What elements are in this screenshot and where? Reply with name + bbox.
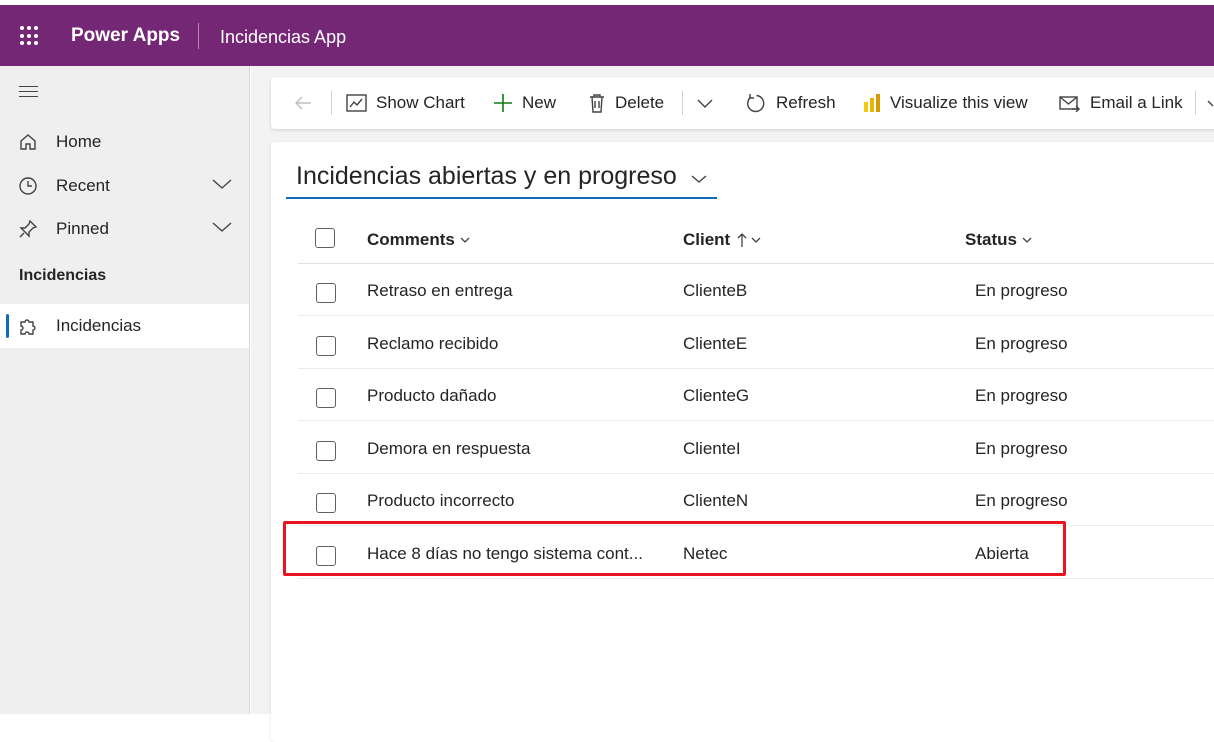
email-link-button[interactable]: Email a Link: [1059, 77, 1183, 129]
cell-status: En progreso: [975, 334, 1068, 353]
highlight-box: [283, 521, 1066, 576]
toolbar-divider: [682, 91, 683, 115]
show-chart-label: Show Chart: [376, 93, 465, 112]
sidebar-item-label: Incidencias: [56, 316, 142, 335]
chevron-down-icon[interactable]: [212, 220, 232, 234]
table-row[interactable]: Producto dañado ClienteG En progreso: [298, 369, 1214, 421]
chevron-down-icon: [751, 237, 761, 243]
clock-icon: [19, 177, 37, 195]
overflow-chevron[interactable]: [1207, 77, 1214, 129]
chart-icon: [346, 94, 367, 112]
sidebar-group-label: Incidencias: [19, 267, 107, 284]
cell-comments[interactable]: Demora en respuesta: [367, 439, 530, 459]
visualize-label: Visualize this view: [890, 93, 1028, 112]
refresh-button[interactable]: Refresh: [746, 77, 836, 129]
trash-icon: [590, 94, 604, 113]
delete-label: Delete: [615, 93, 665, 112]
new-label: New: [522, 93, 557, 112]
column-header-label: Comments: [367, 230, 455, 249]
cell-status: En progreso: [975, 281, 1068, 300]
row-checkbox[interactable]: [316, 388, 336, 408]
cell-client[interactable]: ClienteG: [683, 386, 749, 406]
command-bar: Show Chart New Delete Refresh Visualize …: [271, 77, 1214, 129]
table-row[interactable]: Demora en respuesta ClienteI En progreso: [298, 422, 1214, 474]
sidebar-item-pinned[interactable]: Pinned: [0, 207, 249, 251]
refresh-icon: [747, 93, 765, 112]
cell-client[interactable]: ClienteN: [683, 491, 748, 511]
row-checkbox[interactable]: [316, 336, 336, 356]
chevron-down-icon[interactable]: [691, 174, 707, 184]
cell-comments[interactable]: Reclamo recibido: [367, 334, 498, 354]
puzzle-icon: [20, 319, 36, 335]
email-link-label: Email a Link: [1090, 93, 1183, 112]
visualize-view-button[interactable]: Visualize this view: [863, 77, 1028, 129]
chevron-down-icon: [697, 99, 713, 108]
cell-client[interactable]: ClienteE: [683, 334, 747, 354]
powerbi-icon: [864, 94, 880, 112]
column-header-status[interactable]: Status: [965, 230, 1032, 250]
sidebar-item-recent[interactable]: Recent: [0, 164, 249, 208]
toolbar-divider: [331, 91, 332, 115]
back-arrow-icon: [295, 96, 311, 110]
row-checkbox[interactable]: [316, 441, 336, 461]
app-header: Power Apps Incidencias App: [0, 5, 1214, 66]
sidebar-item-label: Recent: [56, 176, 110, 195]
column-header-client[interactable]: Client: [683, 230, 761, 250]
row-checkbox[interactable]: [316, 493, 336, 513]
chevron-down-icon: [1207, 100, 1214, 107]
cell-comments[interactable]: Producto incorrecto: [367, 491, 514, 511]
row-checkbox[interactable]: [316, 283, 336, 303]
app-name[interactable]: Power Apps: [71, 25, 180, 47]
table-row[interactable]: Producto incorrecto ClienteN En progreso: [298, 474, 1214, 526]
email-link-icon: [1059, 96, 1080, 112]
sidebar-item-home[interactable]: Home: [0, 120, 249, 164]
more-commands-dropdown[interactable]: [696, 77, 723, 129]
select-all-checkbox[interactable]: [315, 228, 335, 248]
back-button[interactable]: [293, 77, 322, 129]
pin-icon: [19, 219, 38, 238]
view-title: Incidencias abiertas y en progreso: [296, 162, 677, 190]
cell-comments[interactable]: Producto dañado: [367, 386, 497, 406]
cell-comments[interactable]: Retraso en entrega: [367, 281, 513, 301]
table-row[interactable]: Retraso en entrega ClienteB En progreso: [298, 264, 1214, 316]
sidebar: Home Recent Pinned Incidencias Incidenci…: [0, 66, 250, 714]
hamburger-icon[interactable]: [19, 86, 38, 98]
home-icon: [20, 134, 36, 150]
show-chart-button[interactable]: Show Chart: [346, 77, 465, 129]
cell-status: En progreso: [975, 439, 1068, 458]
plus-icon: [494, 94, 512, 112]
delete-button[interactable]: Delete: [588, 77, 664, 129]
cell-status: En progreso: [975, 491, 1068, 510]
column-header-label: Status: [965, 230, 1017, 249]
table-row[interactable]: Reclamo recibido ClienteE En progreso: [298, 317, 1214, 369]
toolbar-divider: [1195, 91, 1196, 115]
chevron-down-icon: [1022, 237, 1032, 243]
cell-client[interactable]: ClienteI: [683, 439, 741, 459]
waffle-icon[interactable]: [20, 26, 40, 46]
view-selector[interactable]: Incidencias abiertas y en progreso: [296, 162, 677, 191]
app-title[interactable]: Incidencias App: [220, 27, 346, 48]
column-header-comments[interactable]: Comments: [367, 230, 470, 250]
view-selector-underline: [286, 197, 717, 199]
sidebar-item-incidencias[interactable]: Incidencias: [0, 304, 249, 348]
selected-indicator: [6, 314, 9, 338]
sidebar-item-label: Pinned: [56, 219, 109, 238]
new-button[interactable]: New: [493, 77, 556, 129]
header-divider: [198, 23, 199, 49]
chevron-down-icon[interactable]: [212, 177, 232, 191]
main-content: Show Chart New Delete Refresh Visualize …: [251, 66, 1214, 742]
sort-ascending-icon: [737, 233, 747, 247]
cell-client[interactable]: ClienteB: [683, 281, 747, 301]
sidebar-item-label: Home: [56, 132, 102, 151]
chevron-down-icon: [460, 237, 470, 243]
column-header-label: Client: [683, 230, 731, 249]
grid-panel: Incidencias abiertas y en progreso Comme…: [271, 142, 1214, 742]
refresh-label: Refresh: [776, 93, 836, 112]
cell-status: En progreso: [975, 386, 1068, 405]
